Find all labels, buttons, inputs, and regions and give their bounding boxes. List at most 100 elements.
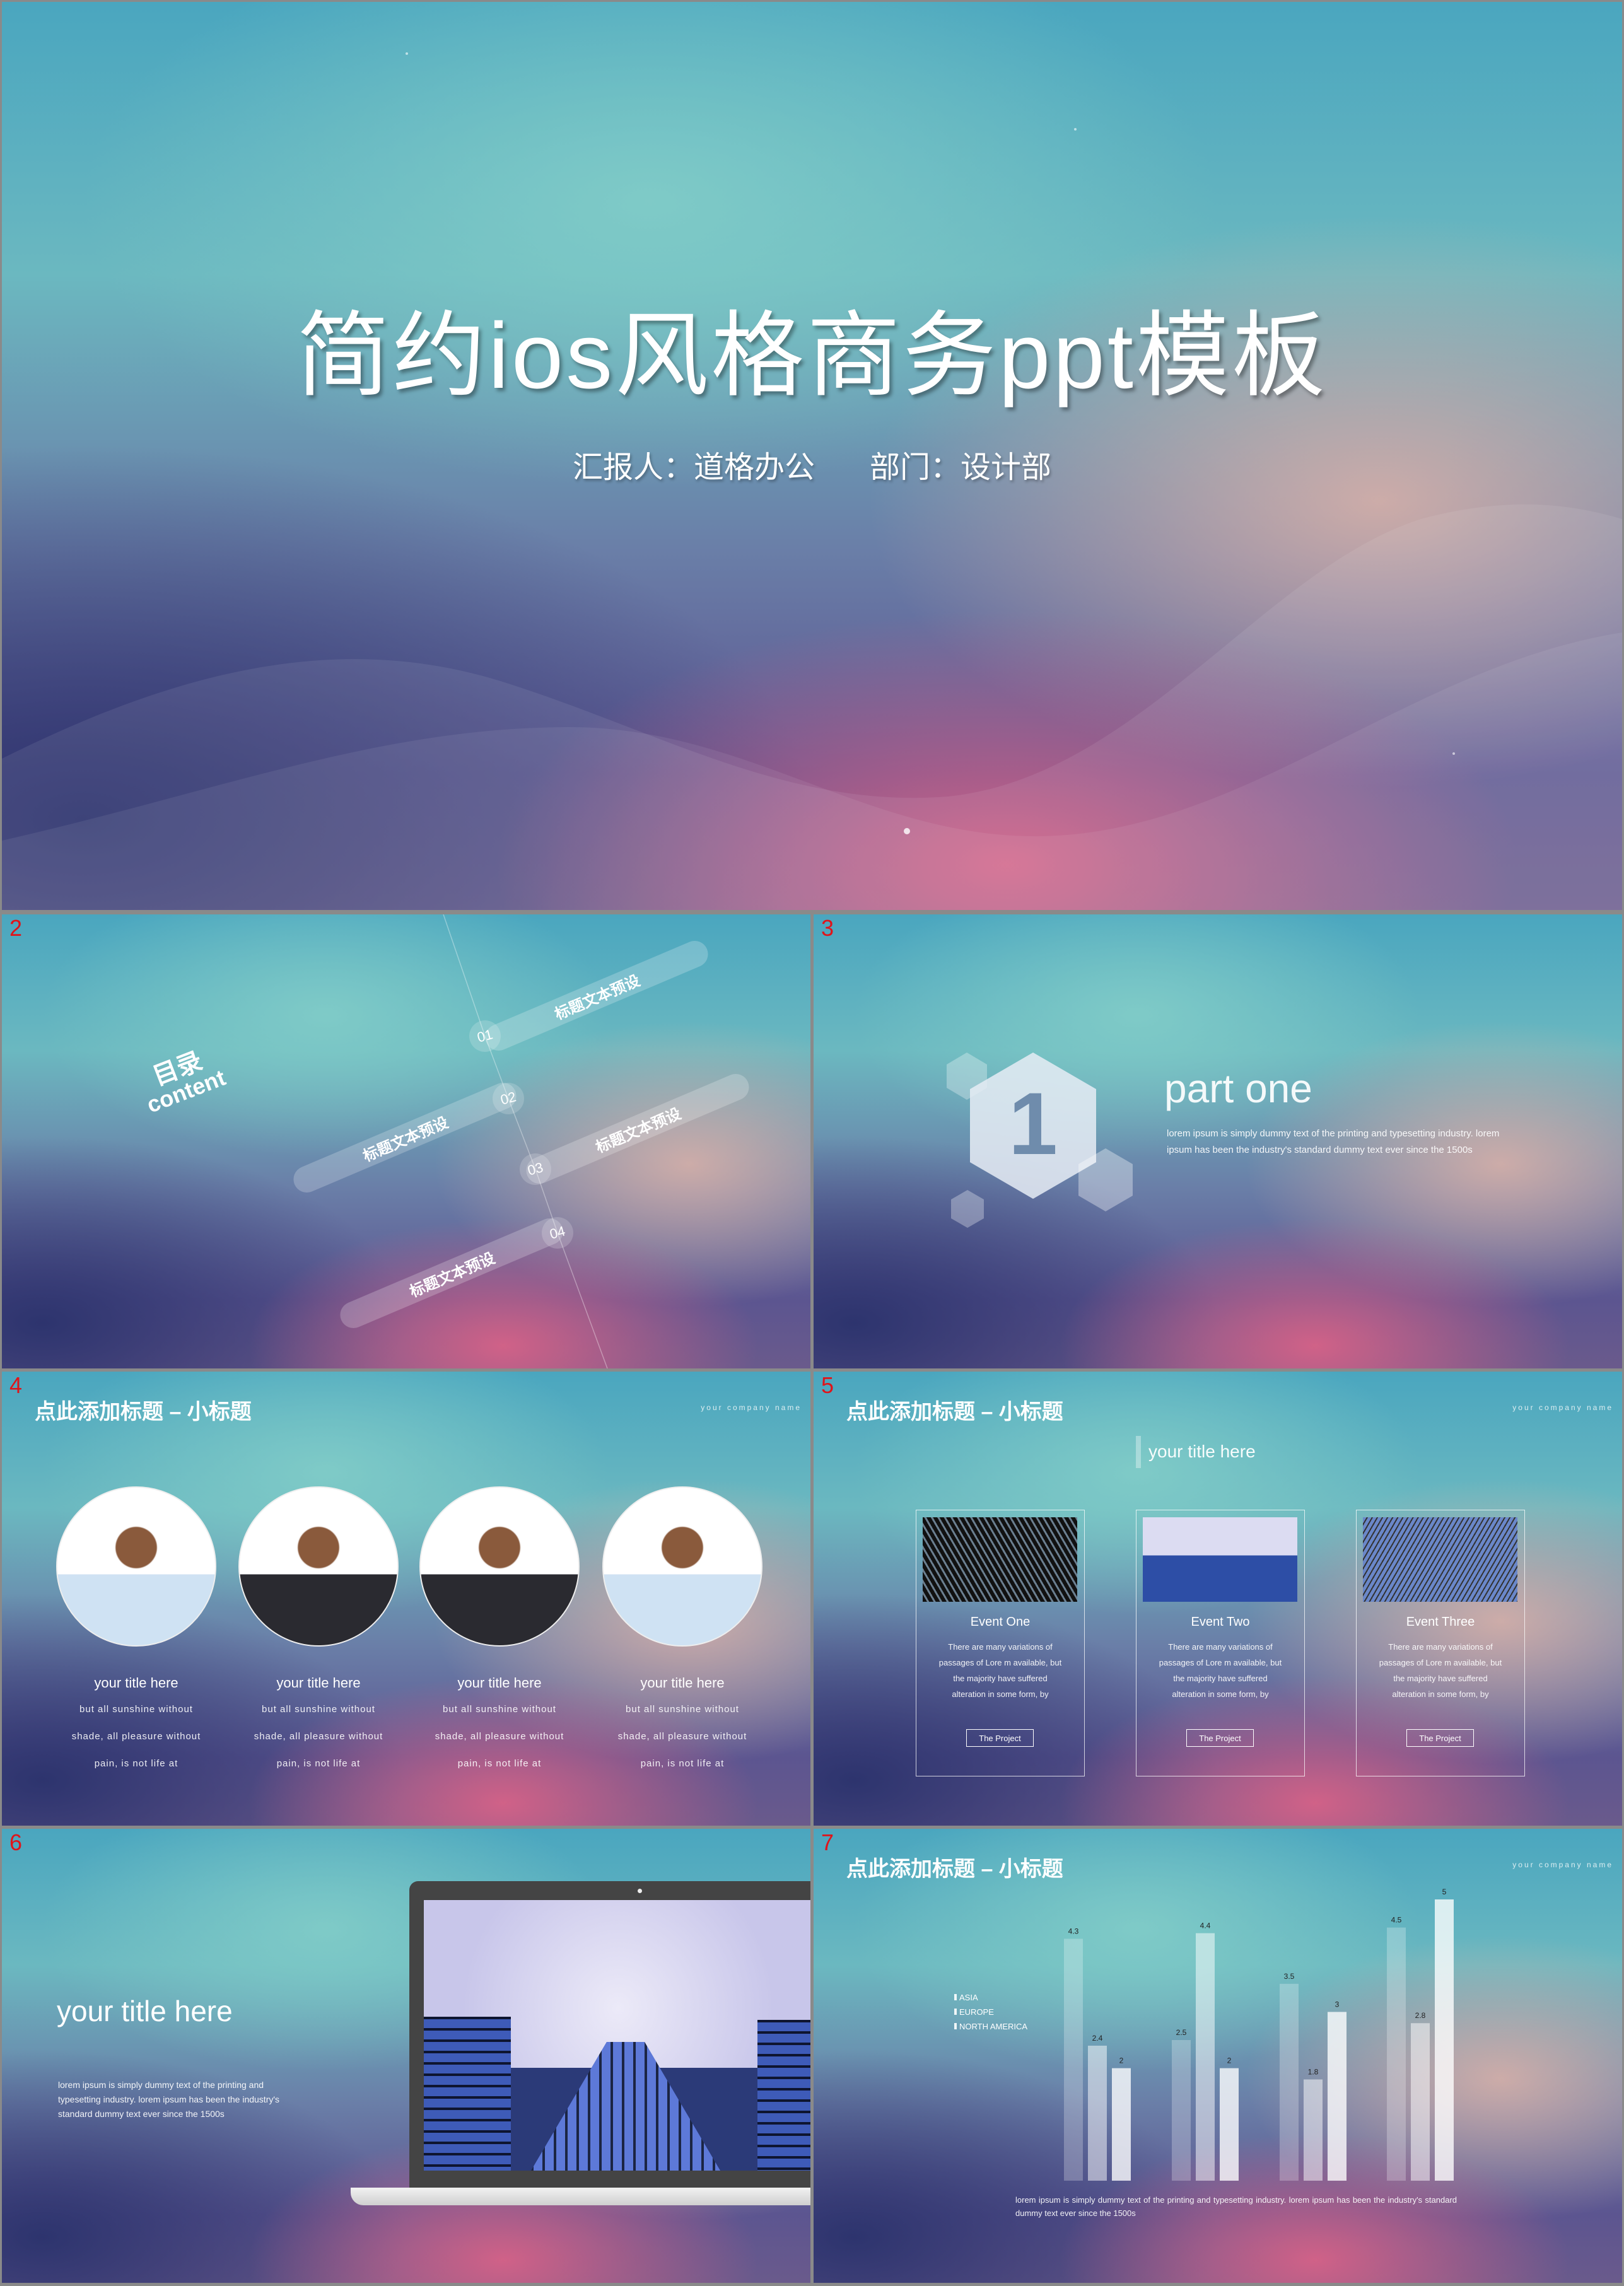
reporter-text: 汇报人：道格办公 [573,451,815,484]
slide-title: 点此添加标题 – 小标题 [35,1400,252,1424]
person-description-line: pain, is not life at [640,1758,725,1769]
event-card: Event Two There are many variations of pas… [1136,1510,1305,1776]
legend-swatch [954,2023,957,2029]
event-image [923,1517,1077,1602]
slide-6-laptop[interactable]: 6 your title here lorem ipsum is simply … [2,1829,810,2283]
slide-body: lorem ipsum is simply dummy text of the … [58,2080,280,2119]
person-title: your title here [457,1675,542,1691]
person-title: your title here [94,1675,178,1691]
star-dot [406,52,408,55]
bar-europe [1304,2079,1323,2181]
slide-1-cover[interactable]: 简约ios风格商务ppt模板 汇报人：道格办公 部门：设计部 [2,2,1622,910]
bar-asia [1387,1927,1406,2181]
event-image [1363,1517,1517,1602]
bar-value-label: 2.8 [1415,2011,1426,2020]
bar-value-label: 4.3 [1068,1927,1079,1935]
laptop-base [351,2188,810,2205]
slide-7-chart[interactable]: 7 点此添加标题 – 小标题 your company name 4.3 2.5 3… [814,1829,1622,2283]
bar-europe [1088,2045,1107,2181]
bar-asia [1064,1939,1083,2181]
event-description-line: There are many variations of [948,1642,1053,1652]
legend-label: NORTH AMERICA [959,2022,1027,2031]
bar-value-label: 3 [1335,2000,1340,2009]
bar-value-label: 2 [1227,2056,1232,2065]
person-description-line: shade, all pleasure without [71,1731,201,1742]
event-description-line: alteration in some form, by [1172,1689,1269,1699]
person-description-line: but all sunshine without [626,1704,739,1715]
avatar [56,1486,216,1647]
bar-north-america [1435,1899,1454,2181]
company-name: your company name [701,1403,802,1412]
section-number: 1 [1008,1074,1058,1173]
person-description-line: but all sunshine without [79,1704,193,1715]
event-description-line: alteration in some form, by [952,1689,1049,1699]
person-description-line: but all sunshine without [262,1704,375,1715]
legend-label: ASIA [959,1993,978,2002]
person-title: your title here [276,1675,361,1691]
avatar [419,1486,580,1647]
bar-value-label: 2 [1119,2056,1124,2065]
star-dot [904,828,910,834]
bar-asia [1280,1983,1299,2181]
star-dot [1452,752,1455,755]
person-description-line: pain, is not life at [276,1758,361,1769]
person-title: your title here [640,1675,725,1691]
the-project-button[interactable]: The Project [1186,1729,1254,1747]
person-description-line: pain, is not life at [94,1758,178,1769]
event-description-line: passages of Lore m available, but [1379,1658,1502,1667]
chart-caption: lorem ipsum is simply dummy text of the … [1015,2195,1457,2218]
bar-value-label: 4.5 [1391,1916,1402,1925]
subtitle: your title here [1148,1442,1256,1461]
section-title: part one [1164,1066,1312,1111]
avatar [602,1486,762,1647]
event-card: Event One There are many variations of pas… [916,1510,1085,1776]
slide-title: 点此添加标题 – 小标题 [846,1400,1063,1424]
legend-label: EUROPE [959,2007,994,2017]
bar-value-label: 2.4 [1092,2034,1103,2043]
person-description-line: shade, all pleasure without [254,1731,383,1742]
slide-4-team[interactable]: 4 点此添加标题 – 小标题 your company name your ti… [2,1372,810,1826]
bar-value-label: 3.5 [1284,1972,1295,1981]
the-project-button[interactable]: The Project [1406,1729,1474,1747]
slide-number: 6 [9,1829,23,1855]
slide-heading: your title here [57,1995,233,2027]
person-description-line: shade, all pleasure without [617,1731,747,1742]
skyscraper [531,2042,720,2171]
event-image [1143,1517,1297,1602]
event-description-line: alteration in some form, by [1392,1689,1489,1699]
event-description-line: the majority have suffered [1393,1674,1488,1683]
bar-europe [1411,2023,1430,2181]
event-card: Event Three There are many variations of p… [1356,1510,1525,1776]
left-building [424,2017,511,2171]
camera-icon [638,1889,642,1893]
slide-number: 5 [821,1372,834,1398]
slide-3-section[interactable]: 3 1 part one lorem ipsum is simply dummy… [814,914,1622,1368]
event-title: Event One [970,1615,1031,1629]
event-description-line: There are many variations of [1388,1642,1493,1652]
event-title: Event Three [1406,1615,1475,1629]
department-text: 部门：设计部 [870,451,1052,484]
slide-2-contents[interactable]: 2 目录 content 标题文本预设 标题文本预设 标题文本预设 标题文本预设… [2,914,810,1368]
event-description-line: passages of Lore m available, but [938,1658,1062,1667]
event-description-line: passages of Lore m available, but [1159,1658,1282,1667]
bar-value-label: 1.8 [1308,2067,1319,2076]
slide-number: 4 [9,1372,23,1398]
legend-swatch [954,2009,957,2015]
bar-value-label: 5 [1442,1887,1447,1896]
laptop-mockup [409,1881,810,2188]
laptop-screen-image [424,1900,810,2171]
bar-north-america [1328,2012,1347,2181]
star-dot [1074,128,1077,131]
slide-5-events[interactable]: 5 点此添加标题 – 小标题 your company name your ti… [814,1372,1622,1826]
bar-asia [1172,2040,1191,2181]
event-description-line: the majority have suffered [953,1674,1048,1683]
person-description-line: shade, all pleasure without [435,1731,564,1742]
bar-north-america [1220,2068,1239,2181]
bar-europe [1196,1933,1215,2181]
presentation-title: 简约ios风格商务ppt模板 [296,304,1328,408]
event-description-line: There are many variations of [1168,1642,1273,1652]
subtitle-accent-bar [1136,1436,1141,1468]
the-project-button[interactable]: The Project [966,1729,1034,1747]
event-description-line: the majority have suffered [1173,1674,1268,1683]
bar-value-label: 2.5 [1176,2028,1187,2037]
